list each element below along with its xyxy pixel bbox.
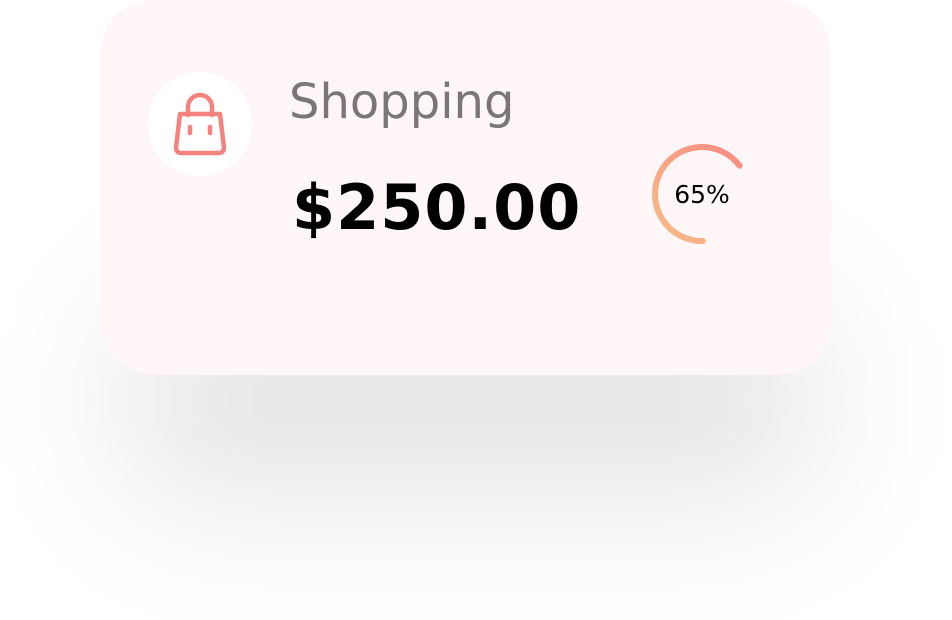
progress-ring: 65% <box>651 143 753 245</box>
expense-amount: $250.00 <box>292 171 582 244</box>
expense-card[interactable]: Shopping $250.00 65% <box>101 0 831 375</box>
progress-percent: 65% <box>674 179 730 209</box>
page: Shopping $250.00 65% <box>0 0 952 620</box>
category-name: Shopping <box>289 74 515 130</box>
shopping-bag-icon <box>173 92 227 156</box>
category-icon-badge <box>148 72 252 176</box>
